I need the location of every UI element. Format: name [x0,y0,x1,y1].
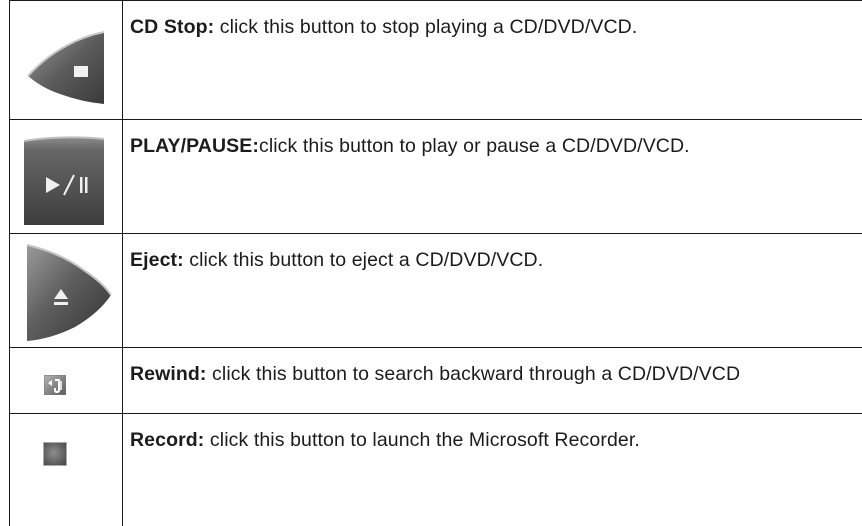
cd-stop-icon[interactable] [22,28,112,108]
icon-cell [9,119,122,233]
table-row: Rewind: click this button to search back… [9,347,862,413]
record-icon[interactable] [43,442,67,466]
rewind-icon[interactable] [44,375,66,395]
icon-cell [9,413,122,526]
button-description: click this button to search backward thr… [206,363,741,385]
button-term: Record: [130,429,205,451]
table-row: PLAY/PAUSE:click this button to play or … [9,119,862,233]
button-description: click this button to launch the Microsof… [204,429,640,451]
icon-cell [9,0,122,119]
row-description: Record: click this button to launch the … [130,429,862,452]
button-description: click this button to stop playing a CD/D… [214,16,638,38]
table-row: Record: click this button to launch the … [9,413,862,526]
button-description: click this button to play or pause a CD/… [258,135,690,157]
button-term: CD Stop: [130,16,215,38]
button-description-table: CD Stop: click this button to stop playi… [9,0,862,526]
table-row: Eject: click this button to eject a CD/D… [9,233,862,347]
button-term: Rewind: [130,363,207,385]
row-description: Eject: click this button to eject a CD/D… [130,249,862,272]
eject-icon[interactable] [21,237,121,345]
table-row: CD Stop: click this button to stop playi… [9,0,862,119]
play-pause-icon[interactable] [22,133,112,228]
button-term: PLAY/PAUSE: [130,135,259,157]
button-term: Eject: [130,249,184,271]
row-description: Rewind: click this button to search back… [130,363,862,386]
button-description: click this button to eject a CD/DVD/VCD. [183,249,544,271]
icon-cell [9,347,122,413]
row-description: CD Stop: click this button to stop playi… [130,16,862,39]
icon-cell [9,233,122,347]
row-description: PLAY/PAUSE:click this button to play or … [130,135,862,158]
